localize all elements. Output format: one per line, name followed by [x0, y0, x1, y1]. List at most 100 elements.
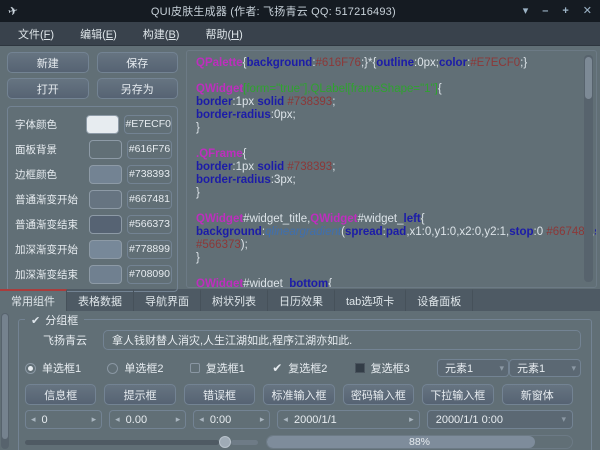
- dialog-button-6[interactable]: 下拉输入框: [422, 384, 493, 405]
- color-row-4: 普通渐变开始 #667481: [13, 189, 172, 209]
- color-hex-field[interactable]: #708090: [127, 265, 172, 284]
- color-row-label: 普通渐变开始: [13, 192, 89, 207]
- demo-slider[interactable]: [25, 435, 258, 449]
- code-lines: QPalette{background:#616F76;}*{outline:0…: [196, 57, 580, 288]
- window-title: QUI皮肤生成器 (作者: 飞扬青云 QQ: 517216493): [24, 3, 523, 19]
- code-line-10: border-radius:3px;: [196, 174, 580, 187]
- checkbox-label: 复选框2: [288, 360, 327, 376]
- code-line-14: background:qlineargradient(spread:pad,x1…: [196, 226, 580, 239]
- checkbox-option-3[interactable]: 复选框3: [355, 360, 437, 376]
- file-button-3[interactable]: 打开: [7, 78, 89, 99]
- tab-3[interactable]: 导航界面: [134, 289, 201, 311]
- color-swatch-button[interactable]: [89, 240, 122, 259]
- tab-2[interactable]: 表格数据: [67, 289, 134, 311]
- menu-item-3[interactable]: 构建(B): [131, 22, 192, 46]
- combo-box-1[interactable]: 元素1▾: [437, 359, 509, 377]
- radio-checked-icon[interactable]: [25, 363, 36, 374]
- code-line-8: .QFrame{: [196, 148, 580, 161]
- file-button-2[interactable]: 保存: [97, 52, 179, 73]
- radio-label: 单选框1: [42, 360, 81, 376]
- author-label: 飞扬青云: [43, 332, 103, 348]
- close-icon[interactable]: ✕: [583, 6, 592, 17]
- tab-page-common-widgets: ✔ 分组框 飞扬青云 拿人钱财替人消灾,人生江湖如此,程序江湖亦如此. 单选框1…: [0, 311, 600, 450]
- code-line-11: }: [196, 187, 580, 200]
- radio-option-1[interactable]: 单选框1: [25, 360, 107, 376]
- color-swatch-button[interactable]: [86, 115, 119, 134]
- app-window: ✈ QUI皮肤生成器 (作者: 飞扬青云 QQ: 517216493) ▾ – …: [0, 0, 600, 450]
- title-bar: ✈ QUI皮肤生成器 (作者: 飞扬青云 QQ: 517216493) ▾ – …: [0, 0, 600, 22]
- spinbox-2[interactable]: ◂0.00▸: [109, 410, 186, 429]
- groupbox-checkbox-check-icon[interactable]: ✔: [31, 314, 40, 327]
- color-hex-field[interactable]: #667481: [127, 190, 172, 209]
- menu-item-1[interactable]: 文件(F): [6, 22, 66, 46]
- datetime-value: 2000/1/1 0:00: [436, 414, 562, 426]
- checkbox-partial-icon[interactable]: [355, 363, 365, 373]
- editor-scrollbar[interactable]: [584, 55, 593, 282]
- motto-line-edit[interactable]: 拿人钱财替人消灾,人生江湖如此,程序江湖亦如此.: [103, 330, 581, 350]
- checkbox-option-2[interactable]: ✔ 复选框2: [272, 360, 354, 376]
- radio-unchecked-icon[interactable]: [107, 363, 118, 374]
- color-row-label: 字体颜色: [13, 117, 86, 132]
- spinbox-3[interactable]: ◂0:00▸: [193, 410, 270, 429]
- spin-right-arrow-icon[interactable]: ▸: [176, 414, 181, 425]
- color-hex-field[interactable]: #778899: [127, 240, 172, 259]
- dialog-button-3[interactable]: 错误框: [184, 384, 255, 405]
- tab-6[interactable]: tab选项卡: [335, 289, 406, 311]
- chevron-down-icon: ▾: [500, 363, 505, 374]
- slider-track-empty: [231, 440, 258, 445]
- menu-item-2[interactable]: 编辑(E): [68, 22, 129, 46]
- color-hex-field[interactable]: #E7ECF0: [124, 115, 172, 134]
- tab-1[interactable]: 常用组件: [0, 289, 67, 311]
- color-swatch-button[interactable]: [89, 265, 122, 284]
- code-line-18: QWidget#widget_bottom{: [196, 278, 580, 288]
- options-row: 单选框1 单选框2 复选框1✔ 复选框2 复选框3 元素1▾元素1▾: [25, 360, 581, 376]
- code-line-5: border-radius:0px;: [196, 109, 580, 122]
- dialog-button-2[interactable]: 提示框: [104, 384, 175, 405]
- radio-option-2[interactable]: 单选框2: [107, 360, 189, 376]
- page-scrollbar[interactable]: [1, 313, 9, 449]
- maximize-icon[interactable]: +: [562, 6, 568, 17]
- code-line-12: [196, 200, 580, 213]
- minimize-icon[interactable]: –: [542, 6, 548, 17]
- window-menu-icon[interactable]: ▾: [523, 6, 529, 17]
- color-row-label: 加深渐变结束: [13, 267, 89, 282]
- checkbox-checked-icon[interactable]: ✔: [272, 362, 282, 374]
- dialog-button-7[interactable]: 新窗体: [502, 384, 573, 405]
- menu-item-4[interactable]: 帮助(H): [193, 22, 254, 46]
- color-hex-field[interactable]: #616F76: [127, 140, 172, 159]
- groupbox-legend[interactable]: ✔ 分组框: [25, 312, 84, 328]
- tab-5[interactable]: 日历效果: [268, 289, 335, 311]
- dialog-button-4[interactable]: 标准输入框: [263, 384, 334, 405]
- dialog-button-1[interactable]: 信息框: [25, 384, 96, 405]
- code-line-16: }: [196, 252, 580, 265]
- color-hex-field[interactable]: #566373: [127, 215, 172, 234]
- checkbox-option-1[interactable]: 复选框1: [190, 360, 272, 376]
- spinbox-value: 0: [36, 414, 92, 426]
- file-button-1[interactable]: 新建: [7, 52, 89, 73]
- color-swatch-button[interactable]: [89, 140, 122, 159]
- checkbox-label: 复选框3: [371, 360, 410, 376]
- spinbox-1[interactable]: ◂0▸: [25, 410, 102, 429]
- qss-code-editor[interactable]: QPalette{background:#616F76;}*{outline:0…: [186, 50, 597, 288]
- spinbox-value: 0:00: [204, 414, 260, 426]
- file-button-4[interactable]: 另存为: [97, 78, 179, 99]
- combo-box-2[interactable]: 元素1▾: [509, 359, 581, 377]
- color-hex-field[interactable]: #738393: [127, 165, 172, 184]
- spinbox-4[interactable]: ◂2000/1/1▸: [277, 410, 419, 429]
- color-swatch-button[interactable]: [89, 215, 122, 234]
- editor-scrollbar-thumb[interactable]: [585, 57, 592, 99]
- page-scrollbar-thumb[interactable]: [2, 314, 8, 439]
- datetime-combo[interactable]: 2000/1/1 0:00▾: [427, 410, 573, 429]
- spin-right-arrow-icon[interactable]: ▸: [92, 414, 97, 425]
- tab-7[interactable]: 设备面板: [406, 289, 473, 311]
- checkbox-unchecked-icon[interactable]: [190, 363, 200, 373]
- spin-right-arrow-icon[interactable]: ▸: [409, 414, 414, 425]
- color-swatch-button[interactable]: [89, 190, 122, 209]
- dialog-button-5[interactable]: 密码输入框: [343, 384, 414, 405]
- slider-handle[interactable]: [219, 436, 231, 448]
- spin-right-arrow-icon[interactable]: ▸: [260, 414, 265, 425]
- radio-label: 单选框2: [124, 360, 163, 376]
- tab-bar: 常用组件表格数据导航界面树状列表日历效果tab选项卡设备面板: [0, 289, 600, 311]
- color-swatch-button[interactable]: [89, 165, 122, 184]
- tab-4[interactable]: 树状列表: [201, 289, 268, 311]
